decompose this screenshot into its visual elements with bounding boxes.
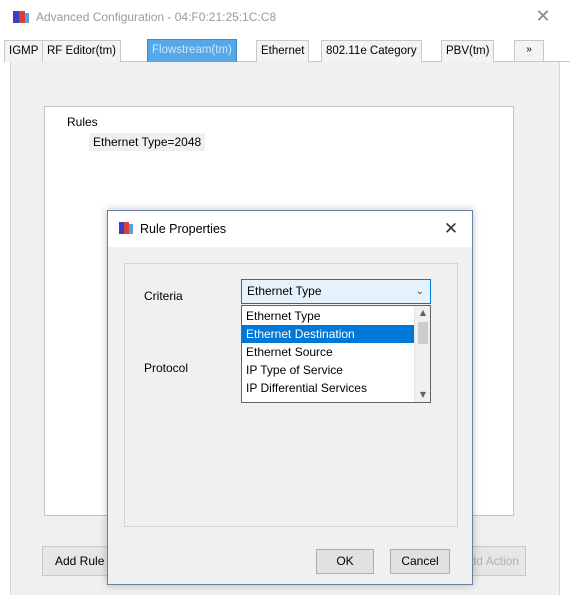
protocol-label: Protocol: [144, 361, 189, 375]
window-title: Advanced Configuration - 04:F0:21:25:1C:…: [36, 10, 277, 24]
criteria-combobox-value: Ethernet Type: [247, 284, 322, 298]
rules-tree-item[interactable]: Ethernet Type=2048: [89, 133, 206, 151]
dropdown-option-ethernet-destination[interactable]: Ethernet Destination: [242, 325, 414, 343]
tab-scroll-button[interactable]: »: [514, 40, 544, 62]
scroll-up-icon[interactable]: ▲: [415, 306, 431, 320]
tab-pbv[interactable]: PBV(tm): [441, 40, 495, 62]
tab-flowstream[interactable]: Flowstream(tm): [147, 39, 237, 63]
tab-802-11e-category[interactable]: 802.11e Category: [321, 40, 422, 62]
dropdown-scrollbar[interactable]: ▲ ▼: [414, 306, 430, 402]
tab-rf-editor[interactable]: RF Editor(tm): [42, 40, 121, 62]
dropdown-option-ip-differential-services[interactable]: IP Differential Services: [242, 379, 414, 397]
dropdown-option-ip-type-of-service[interactable]: IP Type of Service: [242, 361, 414, 379]
dialog-titlebar: Rule Properties ✕: [108, 211, 472, 247]
rules-tree-root[interactable]: Rules: [67, 115, 98, 129]
criteria-label: Criteria: [144, 289, 183, 303]
criteria-dropdown-list[interactable]: Ethernet Type Ethernet Destination Ether…: [241, 305, 431, 403]
dropdown-option-ethernet-type[interactable]: Ethernet Type: [242, 307, 414, 325]
cancel-button[interactable]: Cancel: [390, 549, 450, 574]
dialog-title: Rule Properties: [140, 222, 227, 236]
tab-igmp[interactable]: IGMP: [4, 40, 44, 62]
criteria-combobox[interactable]: Ethernet Type ⌄: [241, 279, 431, 304]
app-flag-icon: [13, 11, 29, 23]
dialog-flag-icon: [119, 222, 133, 234]
dropdown-option-ethernet-source[interactable]: Ethernet Source: [242, 343, 414, 361]
rule-properties-dialog: Rule Properties ✕ Criteria Protocol Ethe…: [107, 210, 473, 585]
dialog-close-icon[interactable]: ✕: [440, 218, 462, 240]
window-close-icon[interactable]: ✕: [532, 6, 554, 28]
chevron-down-icon[interactable]: ⌄: [416, 280, 424, 303]
tab-ethernet[interactable]: Ethernet: [256, 40, 310, 62]
scrollbar-thumb[interactable]: [418, 322, 428, 344]
window-titlebar: Advanced Configuration - 04:F0:21:25:1C:…: [0, 0, 570, 36]
scroll-down-icon[interactable]: ▼: [415, 388, 431, 402]
tab-strip: IGMP RF Editor(tm) Flowstream(tm) Ethern…: [4, 39, 570, 63]
ok-button[interactable]: OK: [316, 549, 374, 574]
